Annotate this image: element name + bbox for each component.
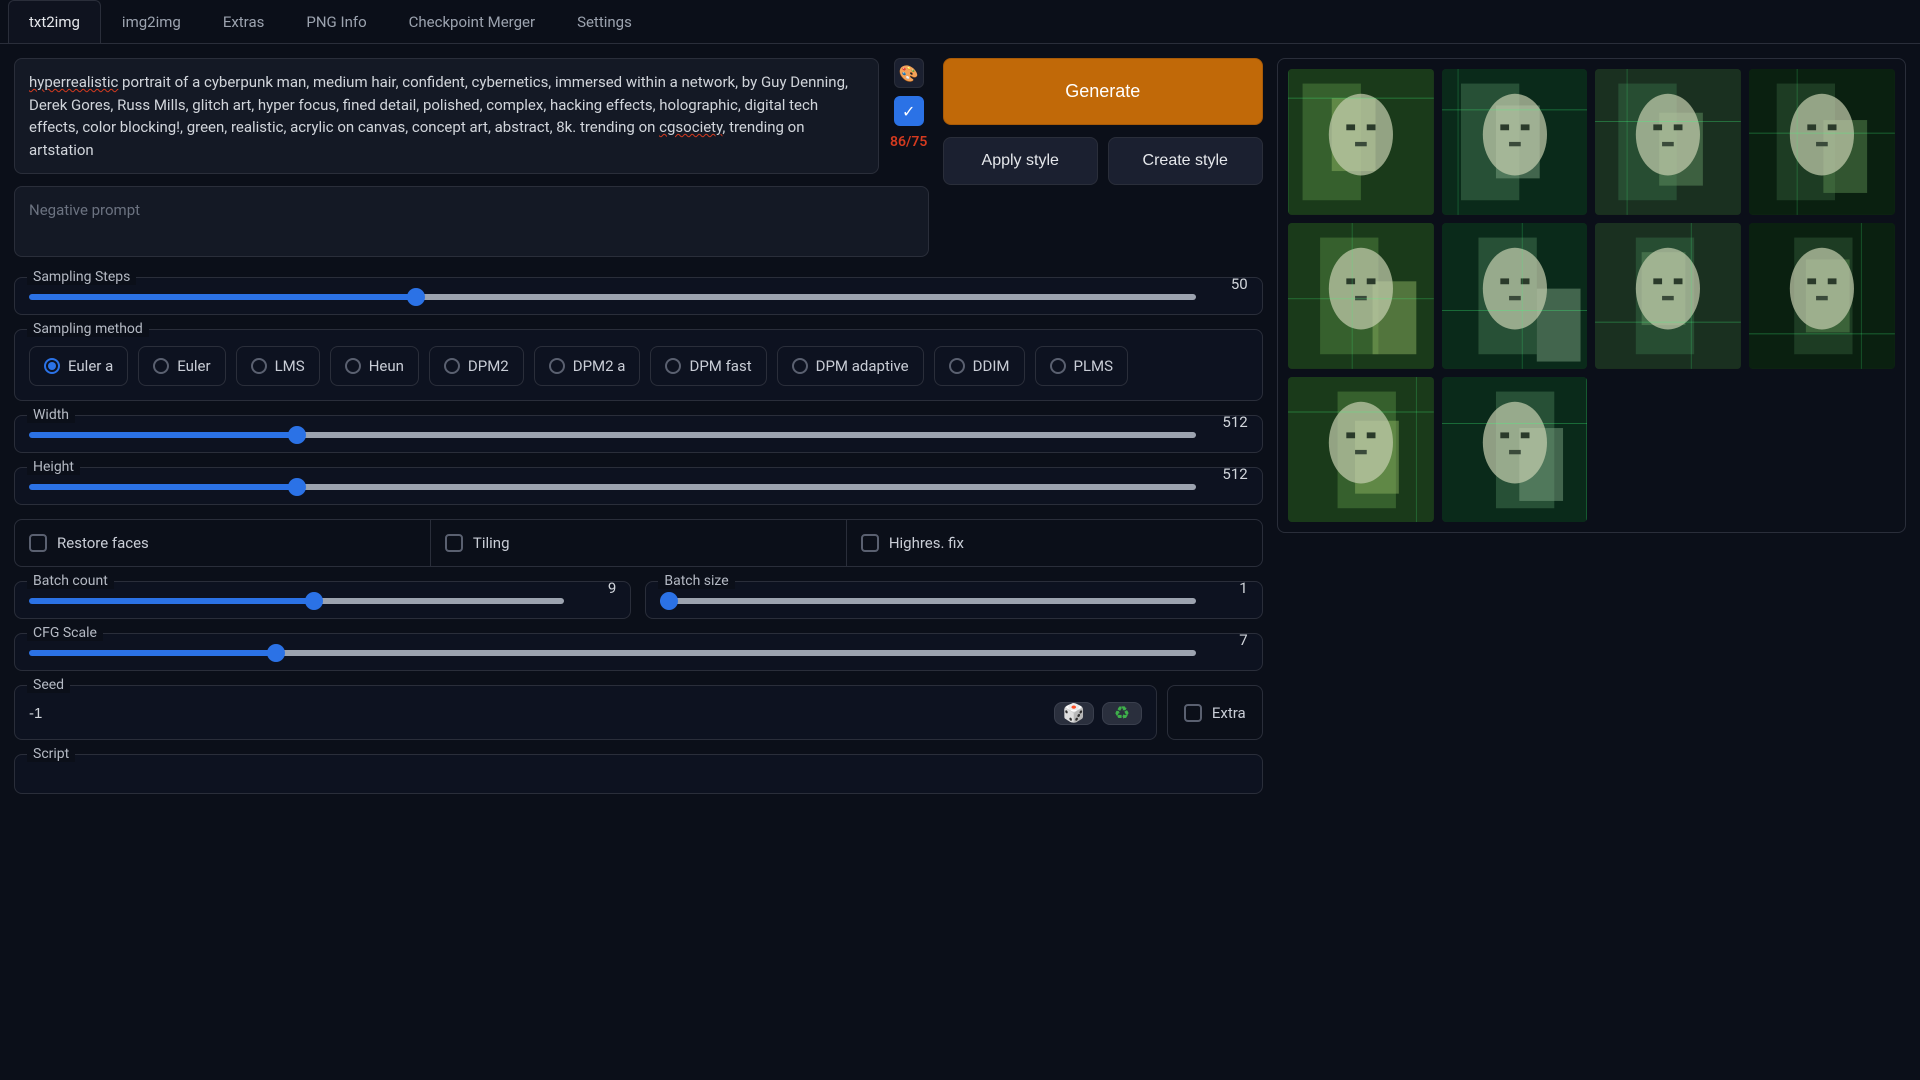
batch-size-slider[interactable] (660, 598, 1195, 604)
height-value: 512 (1208, 465, 1248, 483)
height-slider[interactable] (29, 484, 1196, 490)
highres-fix-checkbox[interactable]: Highres. fix (847, 519, 1263, 567)
token-counter: 86/75 (890, 134, 927, 150)
cfg-slider[interactable] (29, 650, 1196, 656)
radio-icon (153, 358, 169, 374)
radio-icon (549, 358, 565, 374)
width-panel: Width 512 (14, 415, 1263, 453)
tab-settings[interactable]: Settings (556, 0, 653, 43)
width-label: Width (27, 407, 75, 423)
extra-checkbox[interactable]: Extra (1167, 685, 1263, 740)
gallery-thumb[interactable] (1749, 223, 1895, 369)
seed-label: Seed (27, 677, 70, 693)
batch-size-value: 1 (1208, 579, 1248, 597)
gallery-thumb[interactable] (1595, 223, 1741, 369)
width-slider[interactable] (29, 432, 1196, 438)
radio-icon (792, 358, 808, 374)
tab-txt2img[interactable]: txt2img (8, 0, 101, 43)
cfg-value: 7 (1208, 631, 1248, 649)
tab-extras[interactable]: Extras (202, 0, 286, 43)
gallery-thumb[interactable] (1288, 223, 1434, 369)
radio-icon (251, 358, 267, 374)
tab-img2img[interactable]: img2img (101, 0, 202, 43)
gallery-thumb[interactable] (1288, 69, 1434, 215)
sampler-dpm2[interactable]: DPM2 (429, 346, 524, 386)
gallery-thumb[interactable] (1442, 377, 1588, 523)
generate-button[interactable]: Generate (943, 58, 1263, 125)
sampler-plms[interactable]: PLMS (1035, 346, 1129, 386)
script-label: Script (27, 746, 75, 762)
batch-count-label: Batch count (27, 573, 114, 589)
seed-input[interactable] (29, 705, 1046, 722)
batch-count-slider[interactable] (29, 598, 564, 604)
dice-icon[interactable]: 🎲 (1054, 702, 1094, 725)
radio-icon (1050, 358, 1066, 374)
tab-bar: txt2imgimg2imgExtrasPNG InfoCheckpoint M… (0, 0, 1920, 44)
sampler-heun[interactable]: Heun (330, 346, 419, 386)
seed-panel: Seed 🎲 ♻ (14, 685, 1157, 740)
batch-size-label: Batch size (658, 573, 734, 589)
gallery-thumb[interactable] (1442, 69, 1588, 215)
negative-prompt-input[interactable] (14, 186, 929, 257)
radio-icon (44, 358, 60, 374)
sampling-steps-panel: Sampling Steps 50 (14, 277, 1263, 315)
create-style-button[interactable]: Create style (1108, 137, 1263, 185)
sampler-euler-a[interactable]: Euler a (29, 346, 128, 386)
gallery-thumb[interactable] (1442, 223, 1588, 369)
batch-size-panel: Batch size 1 (645, 581, 1262, 619)
sampling-steps-slider[interactable] (29, 294, 1196, 300)
sampling-steps-label: Sampling Steps (27, 269, 136, 285)
sampling-steps-value: 50 (1208, 275, 1248, 293)
recycle-icon[interactable]: ♻ (1102, 702, 1142, 725)
cfg-label: CFG Scale (27, 625, 103, 641)
cfg-panel: CFG Scale 7 (14, 633, 1263, 671)
tab-checkpoint-merger[interactable]: Checkpoint Merger (388, 0, 556, 43)
check-icon[interactable]: ✓ (894, 96, 924, 126)
tab-png-info[interactable]: PNG Info (285, 0, 387, 43)
script-panel: Script (14, 754, 1263, 794)
prompt-input[interactable]: hyperrealistic portrait of a cyberpunk m… (14, 58, 879, 174)
sampling-method-panel: Sampling method Euler aEulerLMSHeunDPM2D… (14, 329, 1263, 401)
sampler-dpm2-a[interactable]: DPM2 a (534, 346, 641, 386)
sampler-dpm-adaptive[interactable]: DPM adaptive (777, 346, 924, 386)
sampler-lms[interactable]: LMS (236, 346, 320, 386)
sampler-dpm-fast[interactable]: DPM fast (650, 346, 766, 386)
batch-count-value: 9 (576, 579, 616, 597)
gallery-thumb[interactable] (1288, 377, 1434, 523)
sampler-euler[interactable]: Euler (138, 346, 225, 386)
gallery-thumb[interactable] (1595, 69, 1741, 215)
sampler-ddim[interactable]: DDIM (934, 346, 1025, 386)
restore-faces-checkbox[interactable]: Restore faces (14, 519, 431, 567)
palette-icon[interactable]: 🎨 (894, 58, 924, 88)
height-panel: Height 512 (14, 467, 1263, 505)
batch-count-panel: Batch count 9 (14, 581, 631, 619)
radio-icon (345, 358, 361, 374)
apply-style-button[interactable]: Apply style (943, 137, 1098, 185)
options-row: Restore faces Tiling Highres. fix (14, 519, 1263, 567)
radio-icon (949, 358, 965, 374)
radio-icon (665, 358, 681, 374)
output-gallery (1277, 58, 1906, 533)
radio-icon (444, 358, 460, 374)
height-label: Height (27, 459, 80, 475)
width-value: 512 (1208, 413, 1248, 431)
sampling-method-label: Sampling method (27, 321, 149, 337)
tiling-checkbox[interactable]: Tiling (431, 519, 847, 567)
gallery-thumb[interactable] (1749, 69, 1895, 215)
